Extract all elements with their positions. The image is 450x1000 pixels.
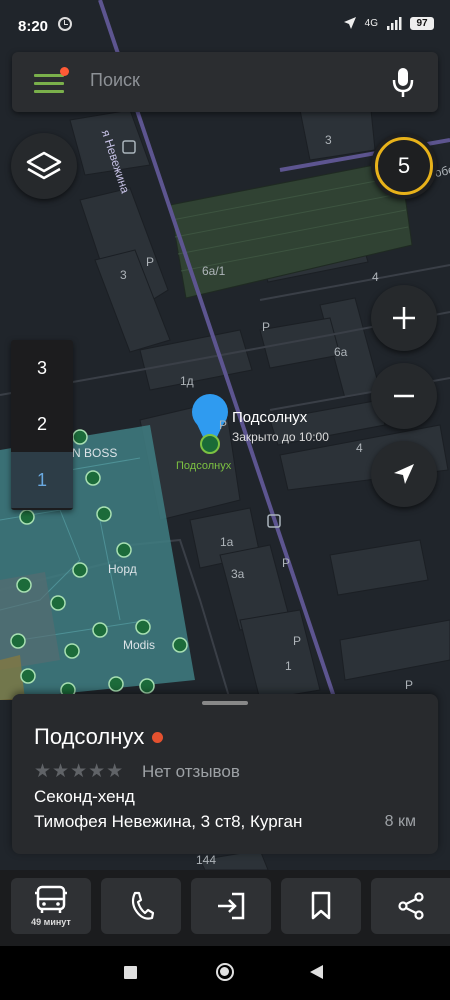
place-address: Тимофея Невежина, 3 ст8, Курган — [34, 812, 303, 831]
place-map-label[interactable]: Подсолнух Закрыто до 10:00 — [232, 409, 329, 444]
bookmark-button[interactable] — [281, 878, 361, 934]
location-arrow-icon — [343, 17, 356, 29]
plus-icon — [393, 307, 415, 329]
enter-button[interactable] — [191, 878, 271, 934]
parking-label: P — [219, 418, 228, 432]
status-time: 8:20 — [18, 18, 49, 35]
notification-dot — [60, 67, 69, 76]
building-number: 3 — [120, 268, 127, 282]
parking-label: P — [262, 320, 271, 334]
search-input[interactable]: Поиск — [90, 70, 140, 91]
call-button[interactable] — [101, 878, 181, 934]
rating-stars: ★★★★★ — [34, 761, 125, 782]
building-number: 6а/1 — [202, 264, 226, 278]
network-type: 4G — [364, 17, 378, 29]
battery-icon: 97 — [410, 16, 434, 30]
minus-icon — [394, 394, 414, 398]
layers-icon — [26, 151, 62, 180]
building-number: 3 — [325, 133, 332, 147]
alarm-icon — [58, 17, 72, 31]
action-bar: 49 минут — [0, 870, 450, 946]
building-number: 4 — [372, 270, 379, 284]
parking-label: P — [405, 678, 414, 692]
parking-label: P — [146, 255, 155, 269]
parking-label: P — [293, 634, 302, 648]
home-icon[interactable] — [216, 963, 234, 981]
status-bar: 8:20 4G 97 — [0, 0, 450, 52]
place-distance: 8 км — [384, 813, 416, 830]
drag-handle[interactable] — [202, 701, 248, 705]
zoom-out-button[interactable] — [371, 363, 437, 429]
floor-button[interactable]: 3 — [11, 340, 73, 396]
building-number: 1 — [285, 659, 292, 673]
building-number: 1а — [220, 535, 234, 549]
route-time: 49 минут — [31, 917, 71, 927]
parking-label: P — [282, 556, 291, 570]
layers-button[interactable] — [11, 133, 77, 199]
place-title: Подсолнух — [34, 724, 145, 749]
phone-icon — [131, 891, 154, 920]
place-name: Подсолнух — [232, 409, 308, 426]
recent-apps-icon[interactable] — [124, 966, 137, 979]
floor-button-active[interactable]: 1 — [11, 452, 73, 508]
reviews-count[interactable]: Нет отзывов — [142, 762, 240, 782]
back-icon[interactable] — [310, 965, 323, 979]
building-number: 1д — [180, 374, 194, 388]
building-number: 3а — [231, 567, 245, 581]
store-label: N BOSS — [72, 446, 118, 460]
place-category: Секонд-хенд — [34, 787, 135, 806]
zoom-in-button[interactable] — [371, 285, 437, 351]
menu-icon[interactable] — [34, 67, 69, 96]
floor-selector[interactable]: 3 2 1 — [11, 340, 73, 510]
floor-button[interactable]: 2 — [11, 396, 73, 452]
bookmark-icon — [311, 891, 331, 920]
share-icon — [397, 892, 424, 920]
notification-count: 5 — [375, 137, 433, 195]
signal-icon — [387, 17, 402, 30]
closed-status-dot — [152, 732, 163, 743]
enter-icon — [218, 892, 245, 920]
pin-small-label: Подсолнух — [176, 460, 232, 472]
store-label: Modis — [123, 638, 156, 652]
route-button[interactable]: 49 минут — [11, 878, 91, 934]
my-location-button[interactable] — [371, 441, 437, 507]
place-card[interactable]: Подсолнух ★★★★★ Нет отзывов Секонд-хенд … — [12, 694, 438, 854]
navigation-arrow-icon — [394, 464, 414, 484]
search-bar[interactable]: Поиск — [12, 52, 438, 112]
place-status: Закрыто до 10:00 — [232, 430, 329, 444]
bus-icon — [35, 885, 67, 913]
system-nav-bar — [0, 946, 450, 1000]
building-number: 6а — [334, 345, 348, 359]
store-label: Норд — [108, 562, 137, 576]
map-screen: я Невежина Побе 3 3 6а/1 4 6а 1д 4 1а 3а… — [0, 0, 450, 1000]
building-number: 144 — [196, 853, 217, 867]
building-number: 4 — [356, 441, 363, 455]
notifications-button[interactable]: 5 — [371, 133, 437, 199]
microphone-icon[interactable] — [392, 66, 414, 98]
share-button[interactable] — [371, 878, 450, 934]
